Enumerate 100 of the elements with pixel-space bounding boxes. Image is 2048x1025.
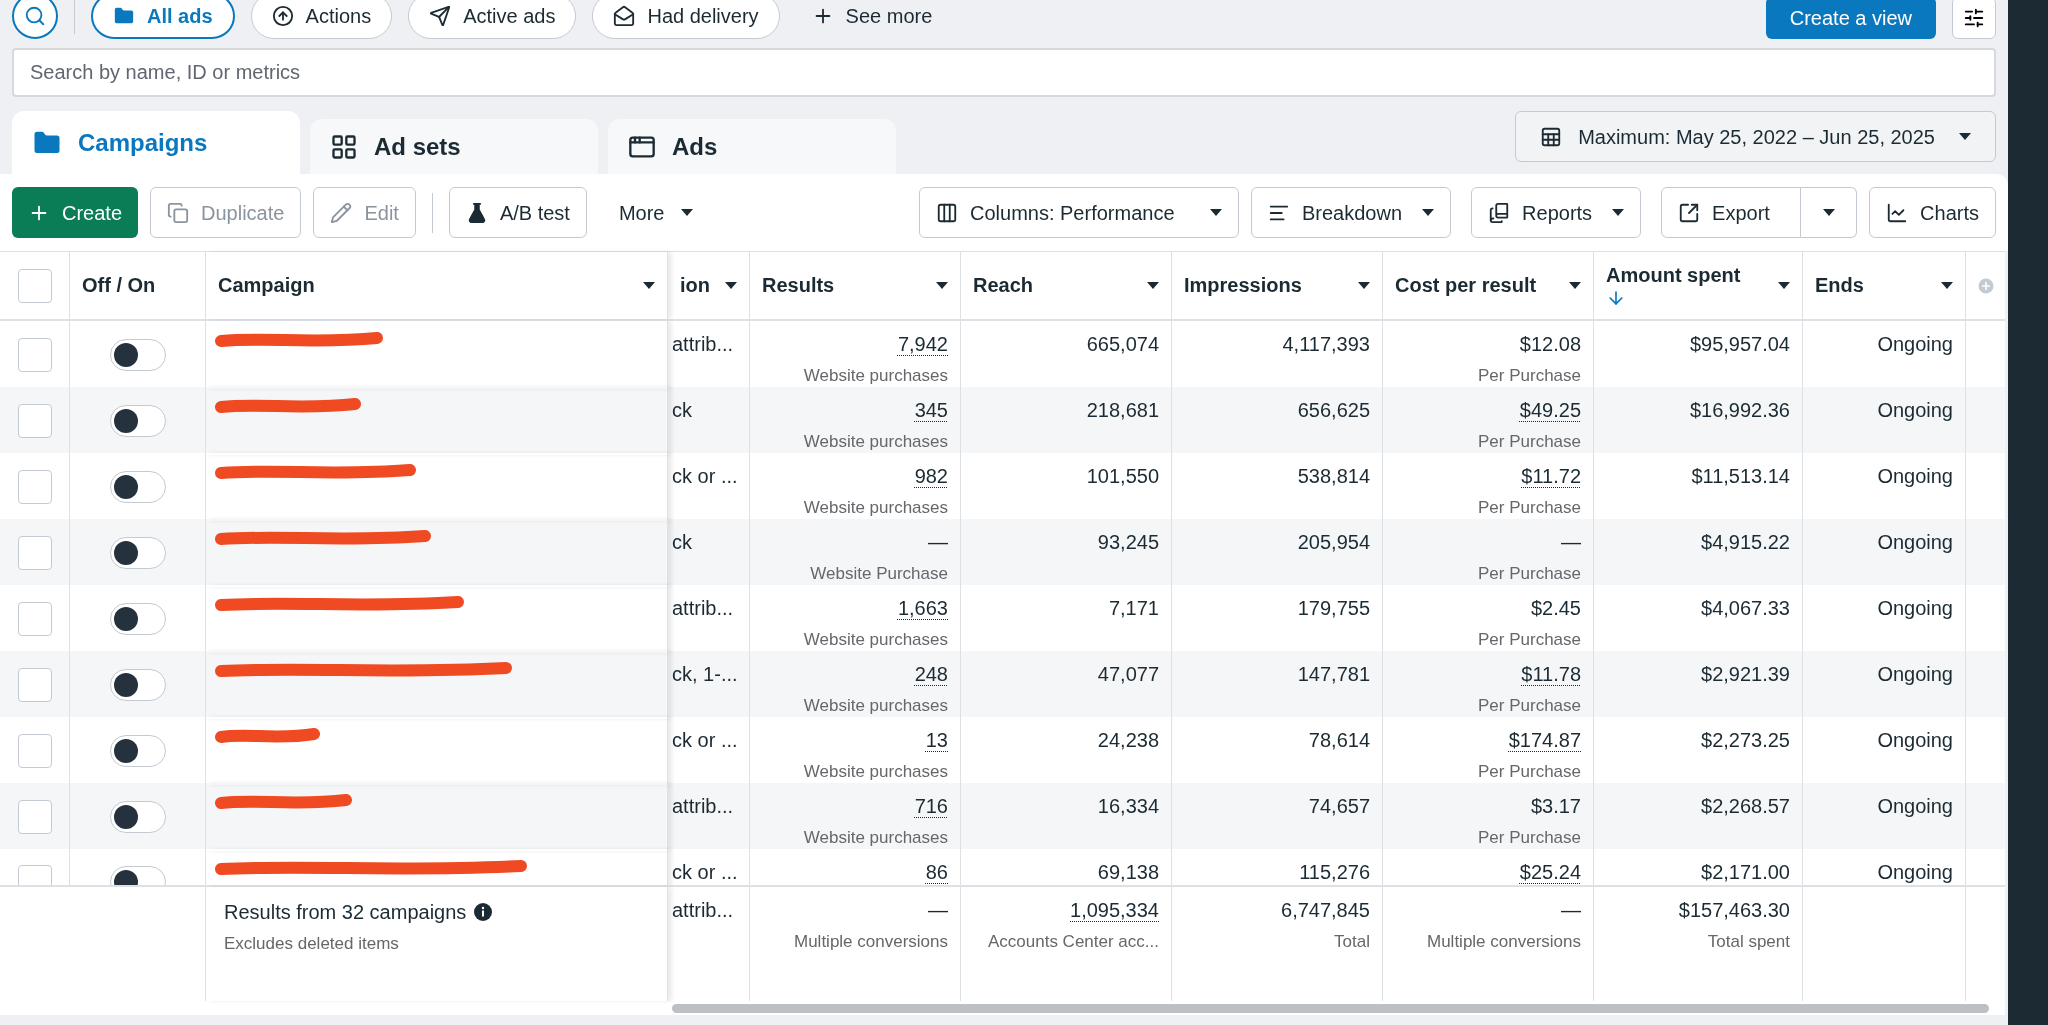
toggle-switch[interactable] <box>109 404 166 437</box>
row-checkbox[interactable] <box>17 601 52 636</box>
table-cell: attrib... <box>672 597 734 619</box>
caret-icon <box>1422 208 1435 217</box>
caret-icon <box>1941 281 1953 290</box>
toggle-switch[interactable] <box>109 470 166 503</box>
toggle-switch[interactable] <box>109 668 166 701</box>
cell-note: Per Purchase <box>1478 827 1581 849</box>
ends-value: Ongoing <box>1877 464 1953 489</box>
table-cell: ck <box>672 531 692 553</box>
settings-button[interactable] <box>1952 0 1996 39</box>
cell-note: Multiple conversions <box>794 931 948 953</box>
toggle-switch[interactable] <box>109 536 166 569</box>
toggle-switch[interactable] <box>109 800 166 833</box>
cell-note: Website purchases <box>803 827 948 849</box>
ends-value: Ongoing <box>1877 794 1953 819</box>
columns-button[interactable]: Columns: Performance <box>919 187 1239 238</box>
table-cell: attrib... <box>672 333 734 355</box>
breakdown-button[interactable]: Breakdown <box>1251 187 1452 238</box>
cost-total: — <box>1561 898 1581 923</box>
caret-icon <box>1569 281 1581 290</box>
reports-button[interactable]: Reports <box>1471 187 1642 238</box>
column-header[interactable]: ion <box>668 252 750 319</box>
settings-icon <box>1963 7 1985 29</box>
more-button[interactable]: More <box>598 187 713 238</box>
filter-pill[interactable]: All ads <box>91 0 235 39</box>
tab[interactable]: Campaigns <box>12 111 300 174</box>
amount-spent-value: $4,067.33 <box>1701 596 1790 621</box>
column-header[interactable]: Amount spent <box>1594 252 1803 319</box>
tab[interactable]: Ad sets <box>310 119 598 174</box>
search-field[interactable]: Search by name, ID or metrics <box>12 48 1996 97</box>
filter-pill[interactable]: Active ads <box>408 0 577 39</box>
cell-note: Per Purchase <box>1478 431 1581 453</box>
column-header[interactable]: Ends <box>1803 252 1966 319</box>
ends-value: Ongoing <box>1877 728 1953 753</box>
create-view-button[interactable]: Create a view <box>1765 0 1936 39</box>
cost-value: $3.17 <box>1530 794 1581 819</box>
cell-note: Website purchases <box>803 695 948 717</box>
table-cell: attrib... <box>672 899 734 921</box>
caret-icon <box>643 281 655 290</box>
amount-spent-value: $95,957.04 <box>1689 332 1790 357</box>
row-checkbox[interactable] <box>17 733 52 768</box>
column-header[interactable]: Off / On <box>70 252 206 319</box>
ends-value: Ongoing <box>1877 662 1953 687</box>
results-value: 86 <box>925 860 948 885</box>
column-header[interactable]: Impressions <box>1172 252 1383 319</box>
impressions-value: 205,954 <box>1297 530 1370 555</box>
results-value: 7,942 <box>897 332 948 357</box>
cell-note: Website purchases <box>803 497 948 519</box>
cost-value: $2.45 <box>1530 596 1581 621</box>
row-checkbox[interactable] <box>17 799 52 834</box>
cell-note: Website purchases <box>803 431 948 453</box>
amount-spent-value: $2,273.25 <box>1701 728 1790 753</box>
cell-note: Website purchases <box>803 761 948 783</box>
ends-value: Ongoing <box>1877 530 1953 555</box>
cell-note: Multiple conversions <box>1427 931 1581 953</box>
caret-icon <box>1959 132 1971 141</box>
export-menu-button[interactable] <box>1801 187 1858 238</box>
column-header[interactable]: Results <box>750 252 961 319</box>
toggle-switch[interactable] <box>109 602 166 635</box>
horizontal-scrollbar[interactable] <box>672 1003 1989 1013</box>
cell-note: Per Purchase <box>1478 497 1581 519</box>
cell-note: Per Purchase <box>1478 629 1581 651</box>
chart-icon <box>1886 201 1909 224</box>
toggle-switch[interactable] <box>109 734 166 767</box>
add-column-icon[interactable] <box>1975 275 1996 296</box>
filter-pill[interactable]: Actions <box>250 0 393 39</box>
results-value: 982 <box>914 464 948 489</box>
cell-note: Per Purchase <box>1478 695 1581 717</box>
filter-pill[interactable]: Had delivery <box>592 0 780 39</box>
search-button[interactable] <box>12 0 58 39</box>
tab[interactable]: Ads <box>608 119 896 174</box>
reach-value: 24,238 <box>1097 728 1159 753</box>
columns-icon <box>936 201 958 224</box>
cell-note: Per Purchase <box>1478 761 1581 783</box>
caret-icon <box>680 208 693 217</box>
cell-note: Website Purchase <box>810 563 948 585</box>
create-button[interactable]: Create <box>12 187 139 238</box>
search-icon <box>24 5 46 27</box>
column-header[interactable]: Cost per result <box>1383 252 1594 319</box>
amount-spent-value: $2,921.39 <box>1701 662 1790 687</box>
select-all-checkbox[interactable] <box>17 268 52 303</box>
column-header[interactable]: Campaign <box>206 252 668 319</box>
date-range-button[interactable]: Maximum: May 25, 2022 – Jun 25, 2025 <box>1515 111 1996 162</box>
column-header[interactable]: Reach <box>961 252 1172 319</box>
charts-button[interactable]: Charts <box>1869 187 1996 238</box>
cost-value: $25.24 <box>1519 860 1581 885</box>
row-checkbox[interactable] <box>17 469 52 504</box>
reach-value: 47,077 <box>1097 662 1159 687</box>
toggle-switch[interactable] <box>109 338 166 371</box>
row-checkbox[interactable] <box>17 337 52 372</box>
see-more-button[interactable]: See more <box>795 0 949 39</box>
info-icon[interactable] <box>474 903 493 921</box>
ab-test-button[interactable]: A/B test <box>448 187 587 238</box>
export-button[interactable]: Export <box>1661 187 1802 238</box>
results-value: 345 <box>914 398 948 423</box>
row-checkbox[interactable] <box>17 403 52 438</box>
row-checkbox[interactable] <box>17 667 52 702</box>
row-checkbox[interactable] <box>17 535 52 570</box>
table-cell: ck, 1-... <box>672 663 738 685</box>
